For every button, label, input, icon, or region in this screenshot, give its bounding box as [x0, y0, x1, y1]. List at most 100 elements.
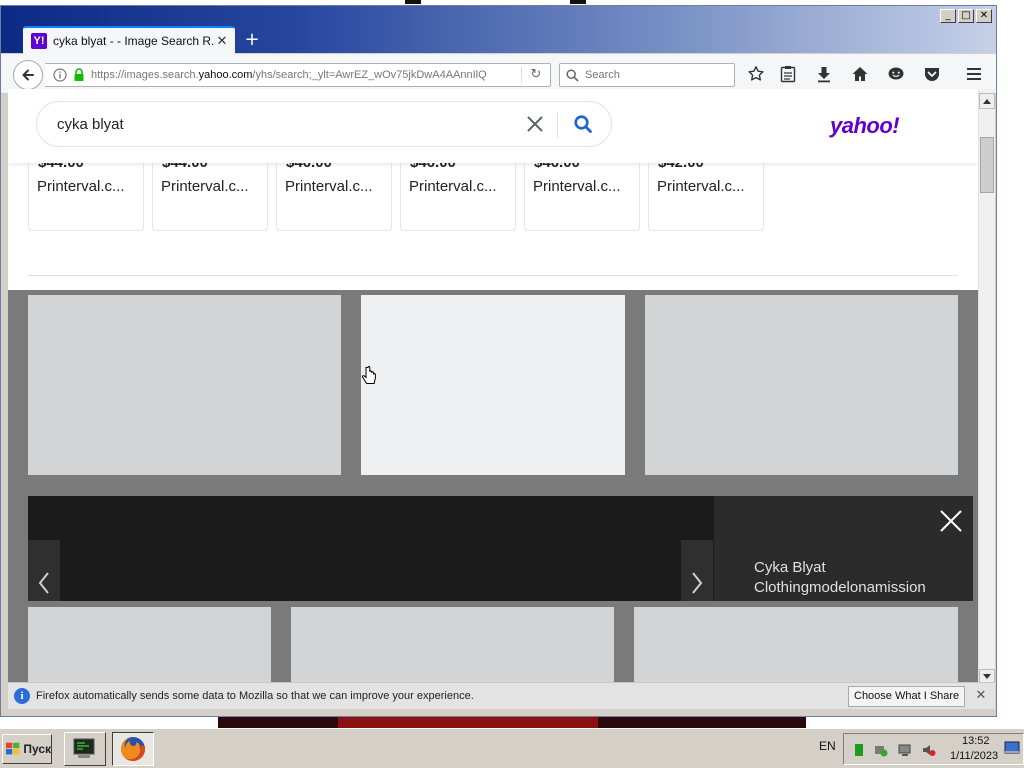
arrow-up-icon — [983, 99, 991, 104]
desktop-right-strip — [997, 0, 1024, 728]
preview-source-line[interactable]: Clothingmodelonamission — [754, 578, 926, 598]
image-result-tile[interactable] — [634, 607, 958, 682]
desktop-wallpaper-fragment — [218, 716, 806, 728]
site-info-icon[interactable] — [53, 68, 67, 82]
new-tab-button[interactable]: + — [243, 31, 261, 49]
url-bar-icons — [45, 68, 85, 82]
back-arrow-icon — [22, 69, 34, 81]
vertical-scrollbar[interactable] — [978, 89, 995, 687]
yahoo-logo[interactable]: yahoo! — [830, 113, 900, 139]
close-preview-icon[interactable] — [938, 508, 964, 534]
preview-image-area[interactable] — [28, 496, 714, 601]
product-store: Printerval.c... — [37, 178, 125, 195]
image-result-tile[interactable] — [28, 295, 341, 475]
taskbar: Пуск EN 13:52 1/11/2023 — [0, 728, 1024, 768]
search-box-separator — [557, 112, 558, 138]
image-result-tile[interactable] — [291, 607, 614, 682]
data-collection-notification: i Firefox automatically sends some data … — [8, 682, 995, 709]
system-tray: 13:52 1/11/2023 — [843, 733, 1024, 765]
browser-search-input[interactable] — [585, 69, 725, 81]
next-image-button[interactable] — [681, 540, 713, 601]
desktop-bottom-strip — [0, 716, 1024, 728]
image-preview-panel: Cyka Blyat Clothingmodelonamission — [28, 496, 973, 601]
clear-search-icon[interactable] — [525, 114, 545, 134]
image-result-tile[interactable] — [28, 607, 271, 682]
minimize-button[interactable]: _ — [940, 9, 956, 23]
close-window-button[interactable]: ✕ — [976, 9, 992, 23]
security-shield-icon[interactable] — [874, 743, 888, 757]
chevron-left-icon — [38, 572, 49, 594]
firefox-icon — [121, 737, 146, 761]
yahoo-search-box[interactable] — [36, 101, 612, 147]
arrow-down-icon — [983, 674, 991, 679]
tab-title: cyka blyat - - Image Search R... — [53, 34, 215, 48]
notification-text: Firefox automatically sends some data to… — [36, 690, 474, 702]
clipboard-list-icon — [780, 66, 796, 83]
hamburger-menu-icon — [967, 68, 981, 80]
title-bar[interactable]: _ □ ✕ Y! cyka blyat - - Image Search R..… — [1, 6, 996, 54]
clock-date[interactable]: 1/11/2023 — [950, 750, 998, 762]
previous-image-button[interactable] — [28, 540, 60, 601]
choose-what-i-share-button[interactable]: Choose What I Share — [848, 686, 966, 707]
product-store: Printerval.c... — [533, 178, 621, 195]
window-controls: _ □ ✕ — [940, 9, 992, 23]
bookmarks-library-button[interactable] — [779, 65, 797, 83]
volume-muted-icon[interactable] — [922, 743, 936, 757]
chevron-right-icon — [692, 572, 703, 594]
clock-time[interactable]: 13:52 — [962, 735, 990, 747]
image-result-tile[interactable] — [645, 295, 958, 475]
home-icon — [852, 67, 868, 81]
yahoo-search-input[interactable] — [57, 115, 517, 133]
pocket-button[interactable] — [923, 65, 941, 83]
reload-icon[interactable]: ↻ — [528, 67, 544, 83]
taskbar-app-terminal[interactable] — [64, 732, 106, 766]
browser-search-box[interactable] — [559, 63, 735, 87]
smiley-chat-icon — [888, 67, 904, 80]
magnifier-icon — [566, 68, 579, 82]
url-bar-separator — [521, 67, 522, 83]
info-icon: i — [14, 688, 30, 704]
show-desktop-icon[interactable] — [1004, 740, 1020, 756]
bookmark-star-button[interactable] — [747, 65, 765, 83]
url-prefix: https://images.search. — [91, 69, 199, 81]
notification-close-icon[interactable]: ✕ — [973, 688, 989, 704]
lock-icon — [74, 68, 84, 81]
network-status-icon[interactable] — [852, 743, 866, 757]
preview-title: Cyka Blyat Clothingmodelonamission — [754, 558, 926, 598]
yahoo-header: yahoo! — [8, 89, 978, 163]
feedback-button[interactable] — [887, 65, 905, 83]
image-result-tile[interactable] — [361, 295, 625, 475]
taskbar-app-firefox[interactable] — [112, 732, 154, 766]
image-results-gallery: Cyka Blyat Clothingmodelonamission — [8, 290, 978, 682]
hand-cursor-icon — [362, 366, 376, 384]
desktop-fragment — [405, 0, 421, 4]
product-store: Printerval.c... — [657, 178, 745, 195]
menu-button[interactable] — [965, 65, 983, 83]
maximize-button[interactable]: □ — [958, 9, 974, 23]
preview-title-line: Cyka Blyat — [754, 559, 826, 576]
search-icon[interactable] — [573, 114, 593, 134]
scroll-up-button[interactable] — [979, 93, 995, 109]
product-store: Printerval.c... — [409, 178, 497, 195]
tab-yahoo-image-search[interactable]: Y! cyka blyat - - Image Search R... ✕ — [23, 26, 235, 54]
home-button[interactable] — [851, 65, 869, 83]
url-path: /yhs/search;_ylt=AwrEZ_wOv75jkDwA4AAnnIl… — [252, 69, 487, 81]
scrollbar-thumb[interactable] — [980, 137, 994, 193]
windows-logo-icon — [6, 742, 20, 755]
navigation-toolbar: https://images.search.yahoo.com/yhs/sear… — [1, 54, 996, 94]
url-text: https://images.search.yahoo.com/yhs/sear… — [91, 69, 511, 81]
back-button[interactable] — [13, 60, 43, 90]
page-content: yahoo! $44.00Printerval.c... $44.00Print… — [8, 89, 978, 682]
pocket-icon — [925, 68, 939, 81]
computer-terminal-icon — [73, 738, 95, 758]
downloads-button[interactable] — [815, 65, 833, 83]
start-button[interactable]: Пуск — [2, 734, 52, 764]
yahoo-favicon-icon: Y! — [31, 33, 47, 49]
download-arrow-icon — [818, 67, 830, 83]
tab-close-icon[interactable]: ✕ — [215, 34, 229, 49]
display-monitor-icon[interactable] — [898, 743, 912, 757]
url-bar[interactable]: https://images.search.yahoo.com/yhs/sear… — [45, 63, 551, 87]
start-label: Пуск — [23, 742, 51, 756]
language-indicator[interactable]: EN — [819, 739, 836, 753]
product-store: Printerval.c... — [285, 178, 373, 195]
